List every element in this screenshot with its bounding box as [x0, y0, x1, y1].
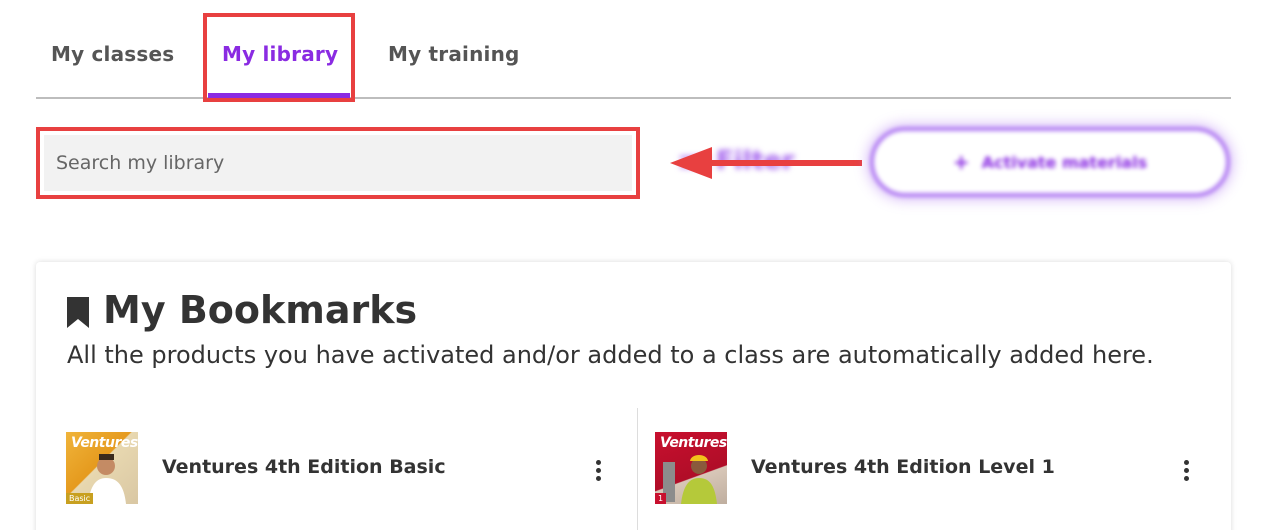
activate-materials-label: Activate materials	[981, 152, 1148, 172]
bookmark-icon	[67, 297, 89, 328]
search-input[interactable]	[44, 135, 632, 191]
plus-icon: +	[952, 150, 970, 174]
annotation-highlight-search	[36, 127, 640, 199]
tab-my-training[interactable]: My training	[388, 42, 520, 66]
annotation-arrow-head	[670, 147, 712, 179]
product-divider	[637, 408, 638, 530]
more-options-icon[interactable]	[1184, 460, 1190, 482]
product-item[interactable]: Ventures 1 Ventures 4th Edition Level 1	[655, 432, 1215, 505]
cover-level: 1	[655, 493, 667, 504]
cover-brand: Ventures	[660, 435, 727, 451]
cover-brand: Ventures	[71, 435, 138, 451]
more-options-icon[interactable]	[596, 460, 602, 482]
annotation-highlight-tab	[203, 13, 355, 102]
product-cover: Ventures Basic	[66, 432, 138, 504]
product-title[interactable]: Ventures 4th Edition Basic	[162, 456, 446, 478]
cover-level: Basic	[66, 493, 94, 504]
annotation-arrow-shaft	[708, 160, 862, 166]
bookmarks-title: My Bookmarks	[103, 288, 418, 332]
product-item[interactable]: Ventures Basic Ventures 4th Edition Basi…	[66, 432, 626, 505]
tab-my-classes[interactable]: My classes	[51, 42, 174, 66]
product-title[interactable]: Ventures 4th Edition Level 1	[751, 456, 1055, 478]
bookmarks-description: All the products you have activated and/…	[67, 341, 1154, 369]
activate-materials-button[interactable]: + Activate materials	[870, 127, 1230, 197]
product-cover: Ventures 1	[655, 432, 727, 504]
